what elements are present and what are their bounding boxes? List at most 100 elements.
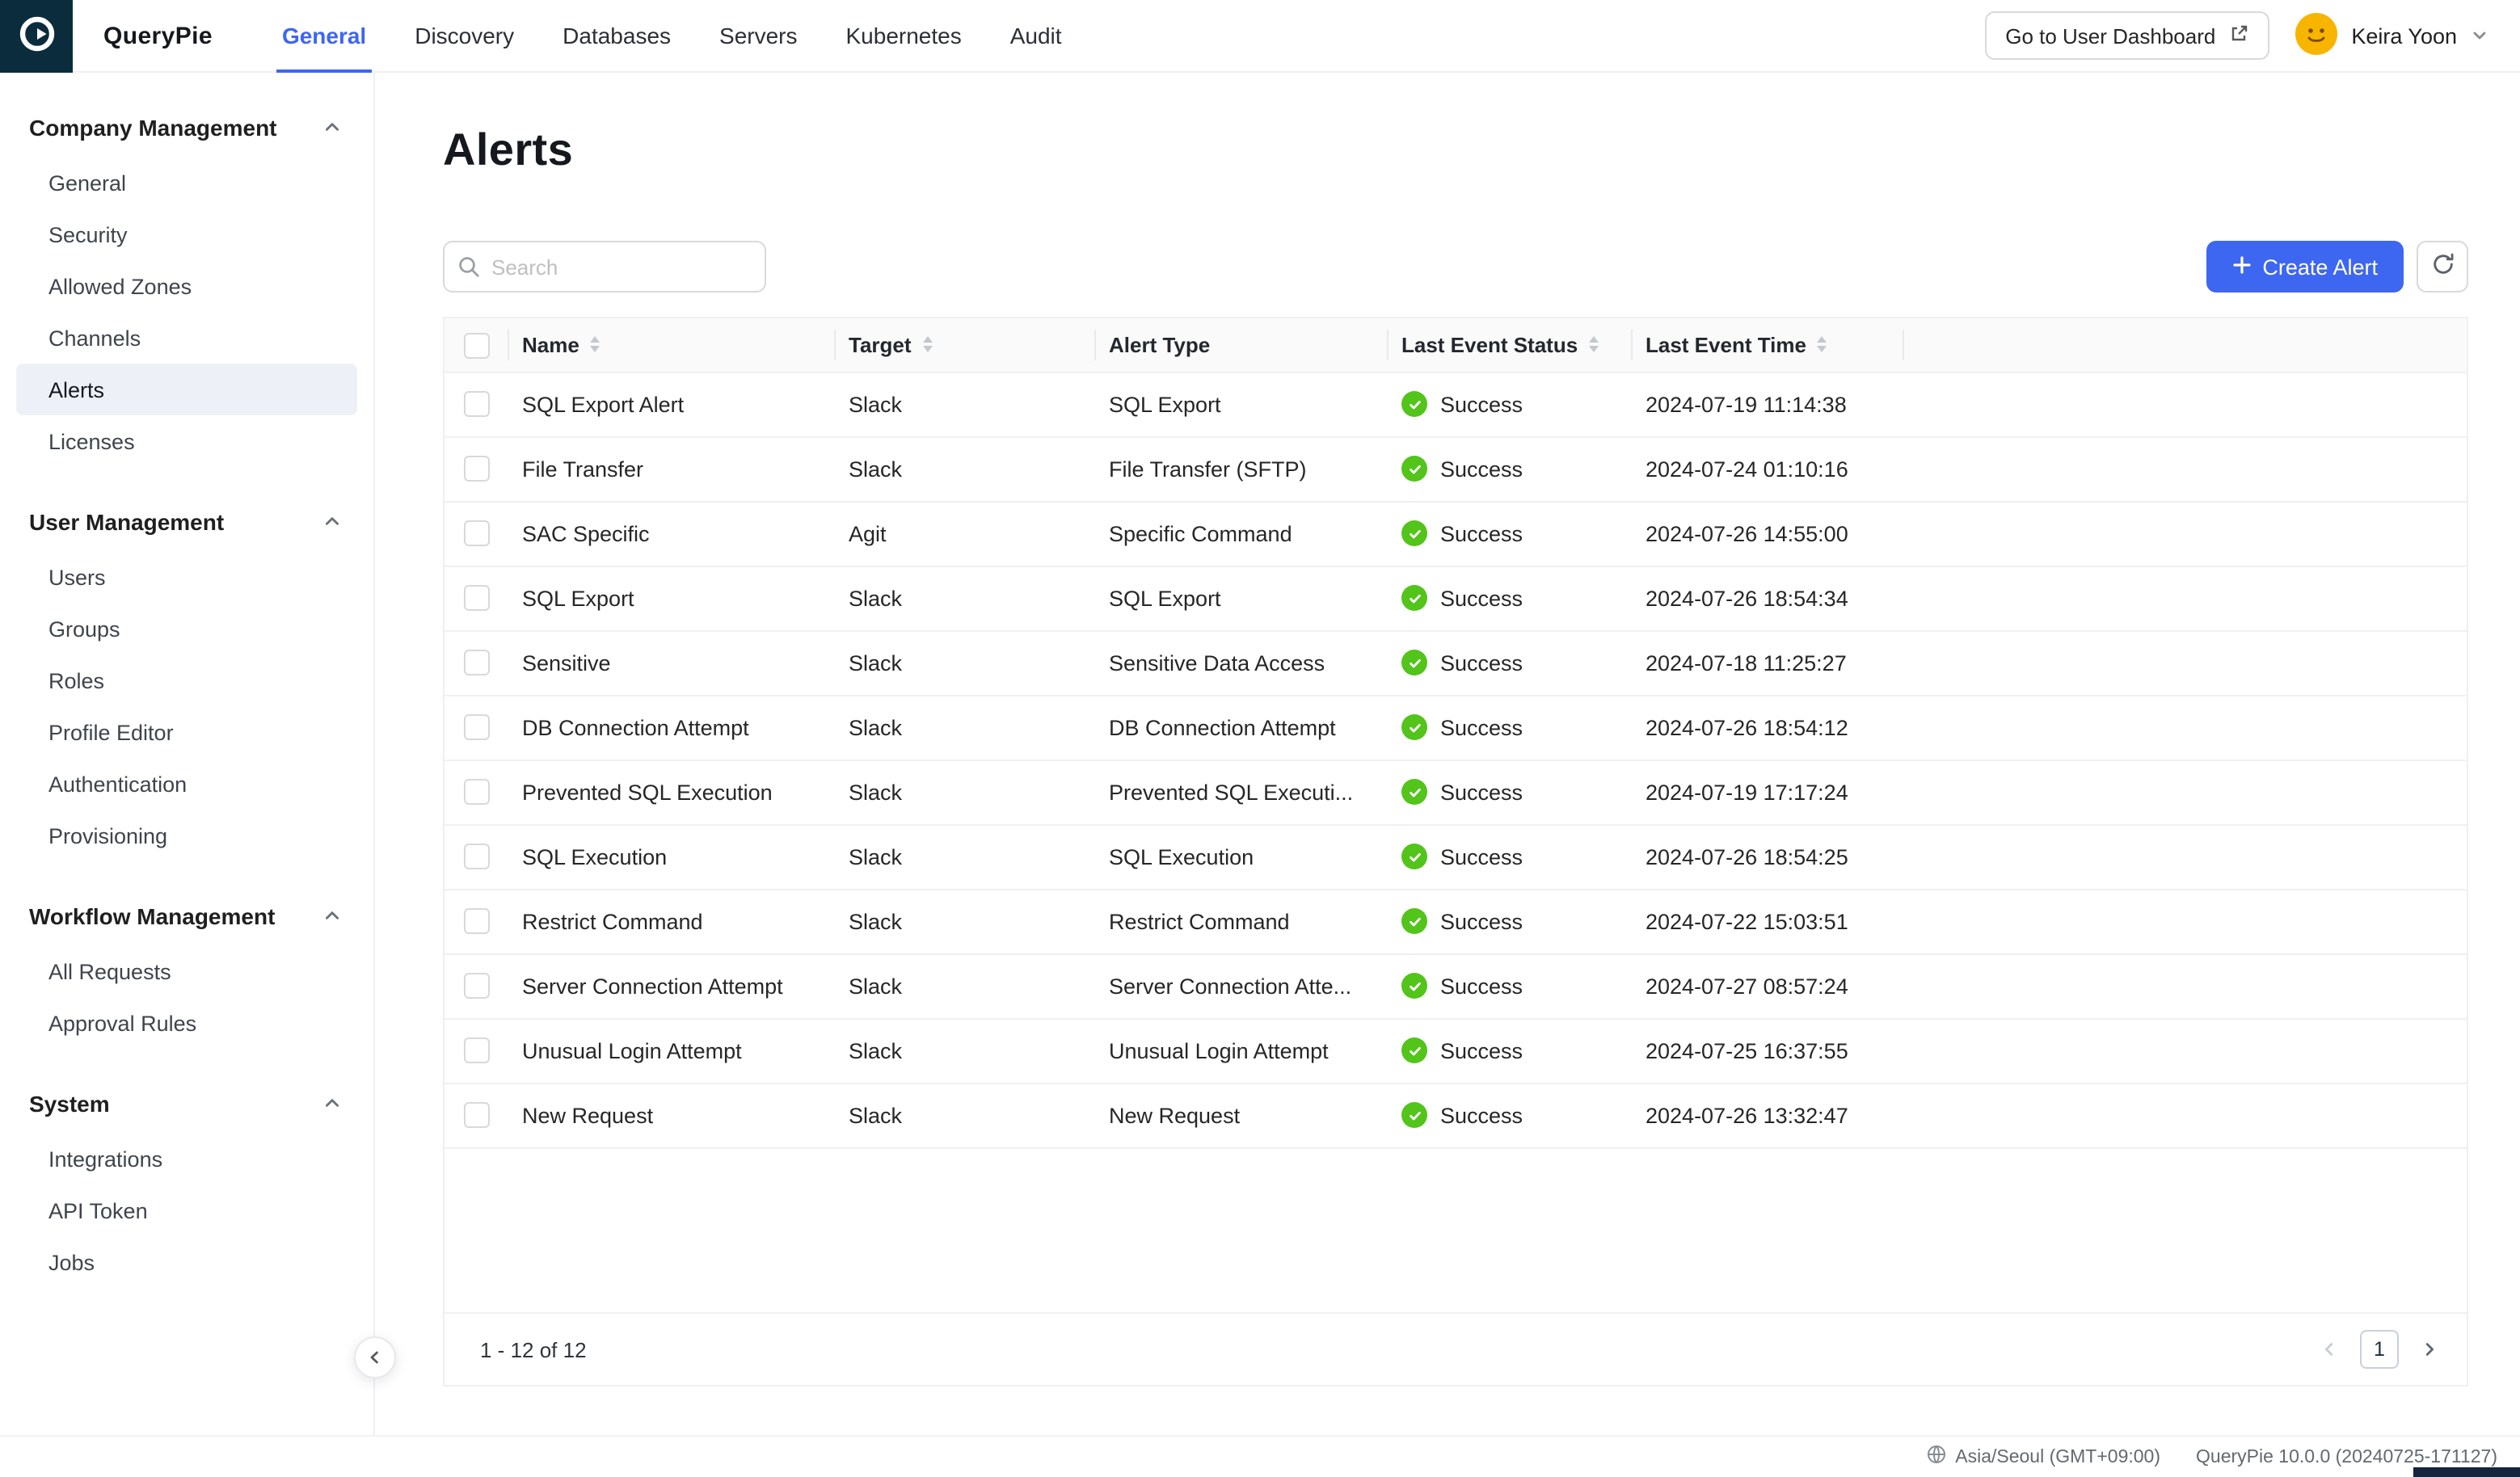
alert-type-cell: New Request: [1096, 1083, 1389, 1148]
row-checkbox[interactable]: [464, 844, 490, 870]
alert-time-cell: 2024-07-27 08:57:24: [1633, 953, 1904, 1019]
refresh-button[interactable]: [2417, 241, 2468, 292]
alert-target-cell: Slack: [836, 953, 1096, 1019]
sidebar-section-header[interactable]: User Management: [0, 496, 373, 548]
sidebar-item-licenses[interactable]: Licenses: [16, 415, 357, 467]
column-header-last-event-time[interactable]: Last Event Time: [1633, 318, 1904, 372]
topnav-item-kubernetes[interactable]: Kubernetes: [822, 0, 986, 71]
caret-down-icon: [1817, 346, 1827, 353]
column-header-alert-type[interactable]: Alert Type: [1096, 318, 1389, 372]
status-label: Success: [1440, 1038, 1523, 1063]
row-checkbox[interactable]: [464, 973, 490, 999]
sidebar-item-jobs[interactable]: Jobs: [16, 1236, 357, 1288]
alert-time-cell: 2024-07-18 11:25:27: [1633, 630, 1904, 696]
sidebar-item-label: Security: [48, 222, 128, 246]
topnav-item-label: General: [281, 23, 367, 48]
alert-target-cell: Slack: [836, 630, 1096, 696]
sidebar-item-integrations[interactable]: Integrations: [16, 1133, 357, 1185]
alert-name-cell: Prevented SQL Execution: [509, 760, 836, 825]
row-checkbox[interactable]: [464, 391, 490, 418]
table-row: DB Connection Attempt Slack DB Connectio…: [445, 695, 2467, 760]
column-header-label: Last Event Time: [1646, 332, 1806, 357]
row-checkbox[interactable]: [464, 585, 490, 612]
column-header-filler: [1904, 318, 2467, 372]
row-checkbox[interactable]: [464, 714, 490, 741]
bottom-right-dark-strip: [2413, 1467, 2520, 1477]
topnav-item-databases[interactable]: Databases: [538, 0, 695, 71]
sidebar-item-provisioning[interactable]: Provisioning: [16, 810, 357, 861]
select-all-header[interactable]: [445, 318, 509, 372]
alert-target-cell: Slack: [836, 436, 1096, 502]
topnav-item-discovery[interactable]: Discovery: [390, 0, 538, 71]
sidebar-item-security[interactable]: Security: [16, 208, 357, 260]
alert-name-cell: DB Connection Attempt: [509, 695, 836, 760]
sidebar-item-authentication[interactable]: Authentication: [16, 758, 357, 810]
sidebar-item-general[interactable]: General: [16, 157, 357, 208]
page-title: Alerts: [443, 124, 574, 175]
table-row: SQL Execution Slack SQL Execution Succes…: [445, 824, 2467, 890]
status-badge: Success: [1401, 1037, 1523, 1063]
top-bar: QueryPie General Discovery Databases Server…: [0, 0, 2520, 73]
row-checkbox[interactable]: [464, 456, 490, 482]
alert-type-cell: Server Connection Atte...: [1096, 953, 1389, 1019]
status-label: Success: [1440, 586, 1523, 610]
row-checkbox[interactable]: [464, 650, 490, 676]
filler-cell: [1904, 889, 2467, 954]
go-to-user-dashboard-button[interactable]: Go to User Dashboard: [1984, 11, 2269, 60]
sidebar-section-header[interactable]: Workflow Management: [0, 890, 373, 942]
search-input[interactable]: [443, 241, 766, 292]
sidebar-item-allowed-zones[interactable]: Allowed Zones: [16, 260, 357, 312]
filler-cell: [1904, 372, 2467, 437]
alert-status-cell: Success: [1389, 695, 1633, 760]
page-number-button[interactable]: 1: [2360, 1330, 2399, 1369]
sidebar-item-all-requests[interactable]: All Requests: [16, 945, 357, 997]
row-checkbox-cell: [445, 695, 509, 760]
topnav-item-servers[interactable]: Servers: [695, 0, 821, 71]
row-checkbox[interactable]: [464, 779, 490, 806]
filler-cell: [1904, 824, 2467, 890]
row-checkbox[interactable]: [464, 1102, 490, 1129]
user-menu[interactable]: Keira Yoon: [2295, 12, 2488, 59]
alert-status-cell: Success: [1389, 1083, 1633, 1148]
sidebar-item-channels[interactable]: Channels: [16, 312, 357, 364]
column-header-target[interactable]: Target: [836, 318, 1096, 372]
sidebar-item-label: Approval Rules: [48, 1011, 197, 1035]
topnav-item-general[interactable]: General: [258, 0, 390, 73]
sidebar-section-header[interactable]: Company Management: [0, 102, 373, 154]
column-header-last-event-status[interactable]: Last Event Status: [1389, 318, 1633, 372]
row-checkbox[interactable]: [464, 1037, 490, 1064]
querypie-logo[interactable]: [0, 0, 73, 73]
column-header-name[interactable]: Name: [509, 318, 836, 372]
sidebar-item-users[interactable]: Users: [16, 551, 357, 603]
previous-page-button[interactable]: [2321, 1337, 2337, 1361]
alert-status-cell: Success: [1389, 630, 1633, 696]
sidebar-item-profile-editor[interactable]: Profile Editor: [16, 706, 357, 758]
row-checkbox[interactable]: [464, 908, 490, 935]
alert-target-cell: Slack: [836, 1018, 1096, 1084]
sort-carets-icon: [1817, 336, 1827, 353]
select-all-checkbox[interactable]: [464, 332, 490, 359]
sidebar-item-roles[interactable]: Roles: [16, 654, 357, 706]
sidebar-section-header[interactable]: System: [0, 1078, 373, 1130]
row-checkbox[interactable]: [464, 520, 490, 547]
sidebar-item-approval-rules[interactable]: Approval Rules: [16, 997, 357, 1049]
topnav-item-audit[interactable]: Audit: [986, 0, 1086, 71]
topnav-item-label: Kubernetes: [845, 23, 962, 48]
success-check-icon: [1401, 714, 1427, 740]
status-label: Success: [1440, 392, 1523, 416]
alert-name-cell: New Request: [509, 1083, 836, 1148]
sidebar-section-items: All Requests Approval Rules: [0, 945, 373, 1049]
sidebar-item-groups[interactable]: Groups: [16, 603, 357, 654]
status-label: Success: [1440, 909, 1523, 933]
sidebar-item-api-token[interactable]: API Token: [16, 1185, 357, 1236]
sidebar-item-alerts[interactable]: Alerts: [16, 364, 357, 415]
sidebar-collapse-button[interactable]: [354, 1336, 396, 1378]
next-page-button[interactable]: [2421, 1337, 2438, 1361]
success-check-icon: [1401, 1037, 1427, 1063]
success-check-icon: [1401, 844, 1427, 869]
topnav-item-label: Audit: [1009, 23, 1062, 48]
success-check-icon: [1401, 585, 1427, 611]
create-alert-button[interactable]: Create Alert: [2206, 241, 2404, 292]
sidebar-item-label: All Requests: [48, 959, 171, 983]
alert-type-cell: Prevented SQL Executi...: [1096, 760, 1389, 825]
